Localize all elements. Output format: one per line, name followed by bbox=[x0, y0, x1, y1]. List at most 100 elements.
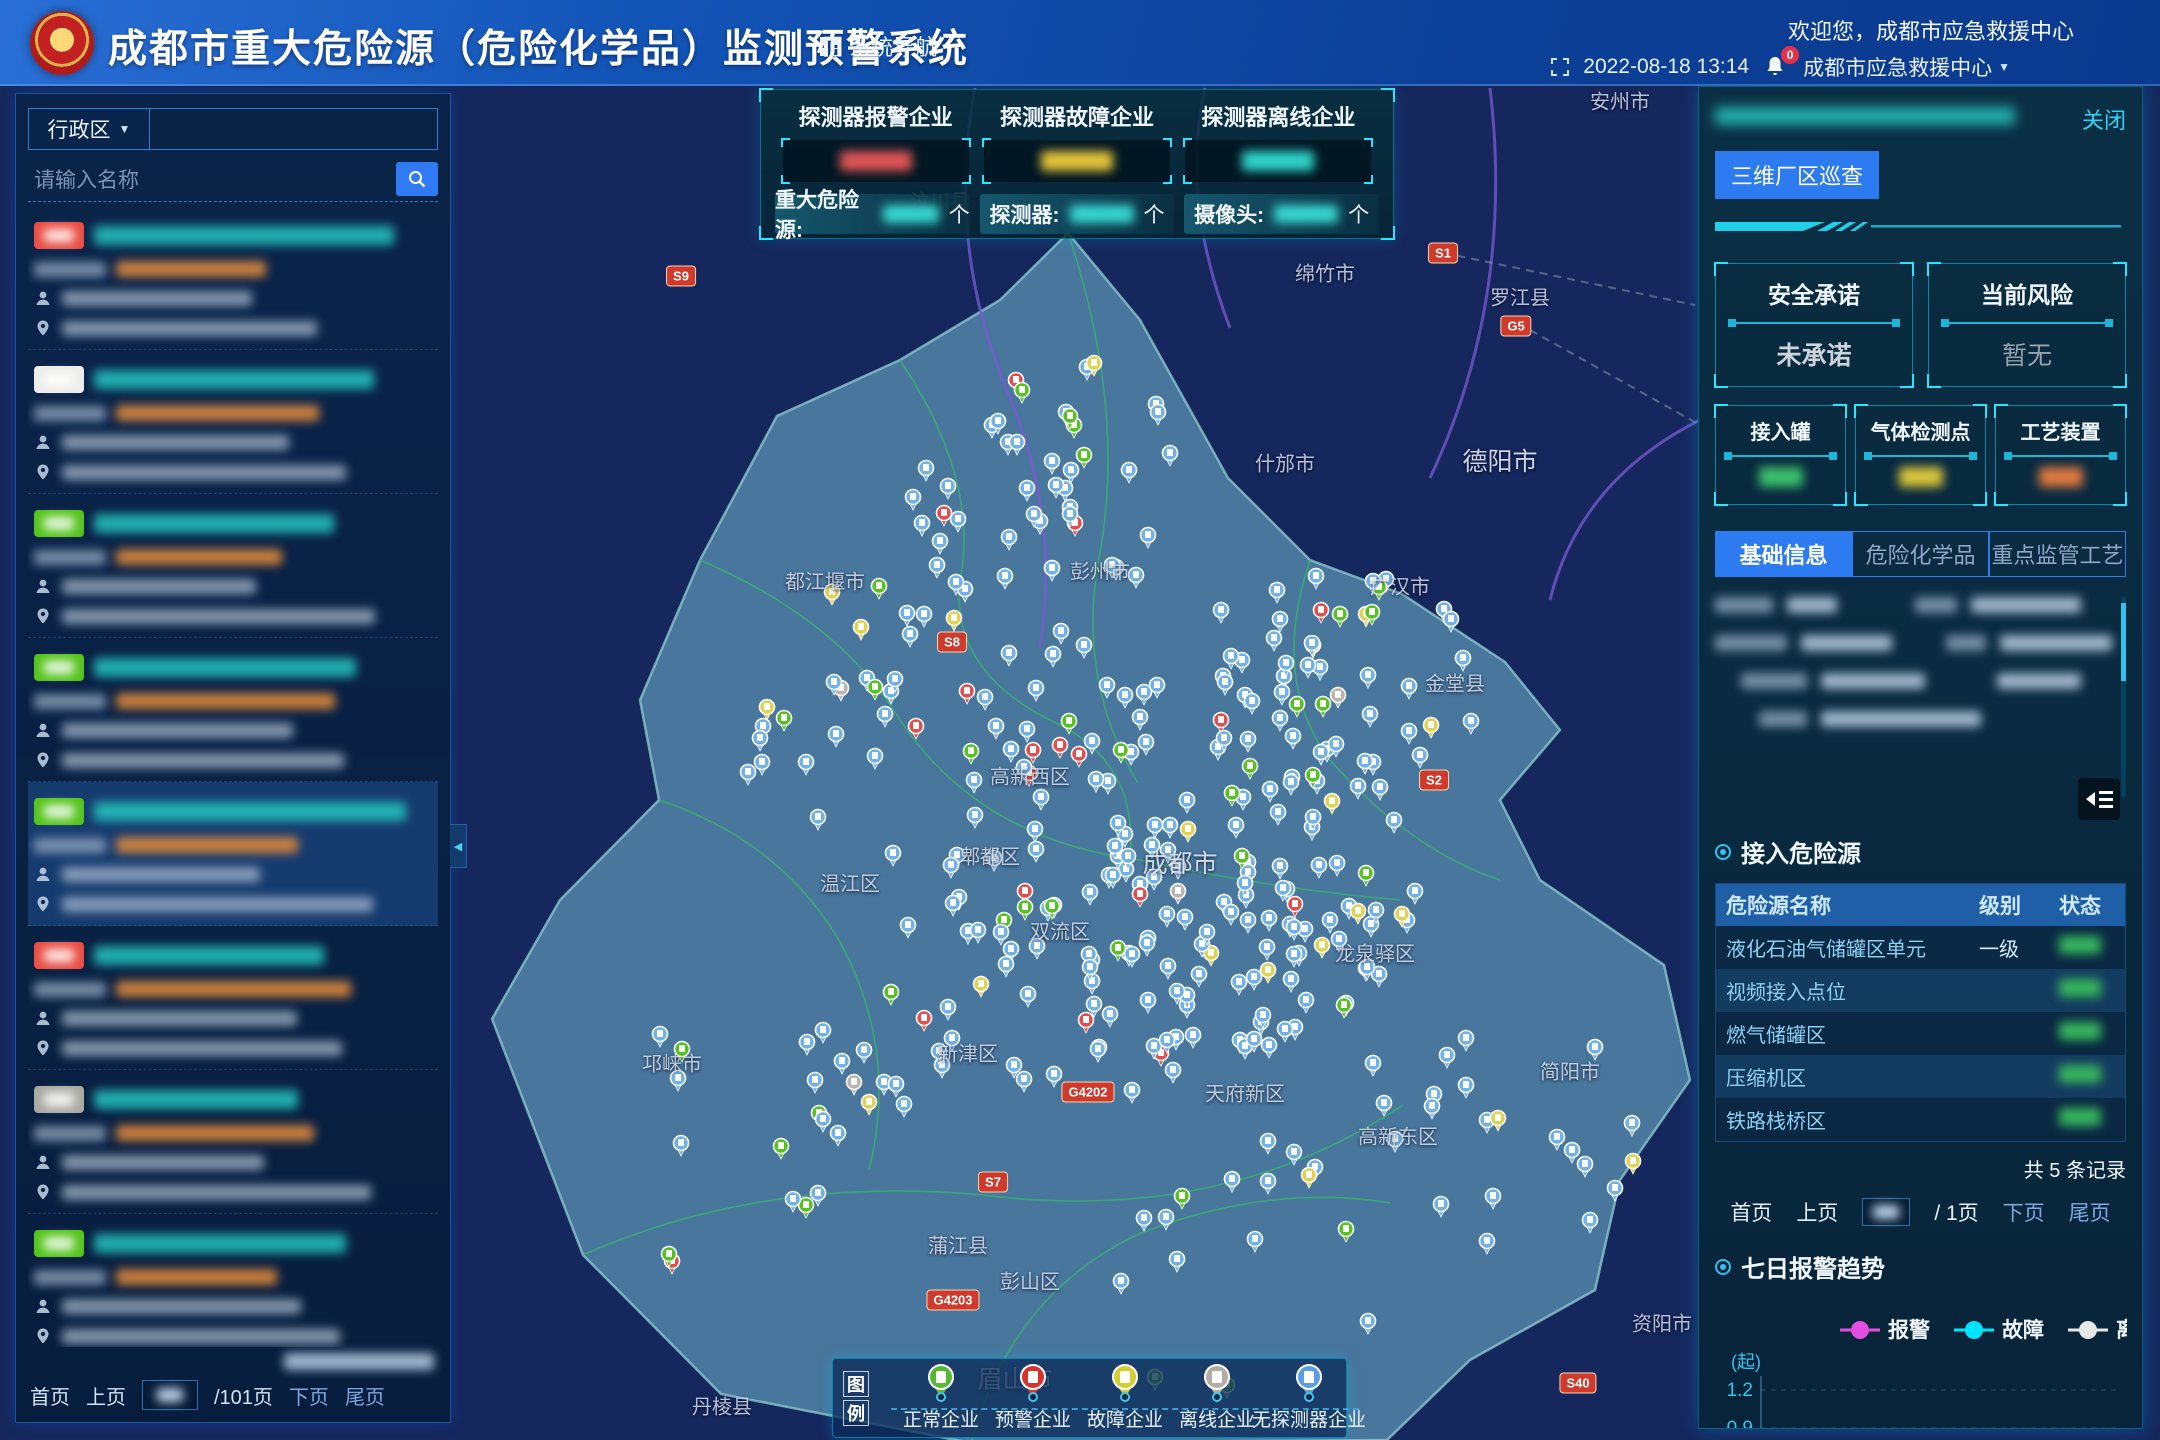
pager-next-button[interactable]: 下页 bbox=[2003, 1197, 2045, 1227]
datetime-text: 2022-08-18 13:14 bbox=[1583, 55, 1749, 79]
page-number-input[interactable] bbox=[142, 1380, 198, 1410]
district-dropdown[interactable]: 行政区 ▼ bbox=[28, 108, 150, 150]
stat-card-label: 探测器报警企业 bbox=[775, 100, 976, 132]
redacted-counter-value bbox=[1070, 205, 1134, 223]
search-icon bbox=[407, 169, 427, 189]
company-status-badge bbox=[34, 654, 84, 681]
sidebar-collapse-button[interactable]: ◀ bbox=[450, 824, 467, 868]
redacted-address-text bbox=[62, 1185, 371, 1200]
search-input[interactable]: 请输入名称 bbox=[28, 164, 396, 194]
org-dropdown[interactable]: 成都市应急救援中心 ▼ bbox=[1803, 52, 2010, 82]
svg-text:故障: 故障 bbox=[2002, 1318, 2044, 1342]
road-number-badge: S40 bbox=[1559, 1373, 1596, 1394]
city-label: 蒲江县 bbox=[928, 1230, 988, 1259]
hazard-record-count: 共 5 条记录 bbox=[1715, 1154, 2126, 1183]
stat-card-value bbox=[1185, 140, 1371, 182]
tab-active[interactable]: 基础信息 bbox=[1715, 531, 1852, 577]
hazard-table-row[interactable]: 压缩机区 bbox=[1716, 1055, 2125, 1098]
expand-panel-icon[interactable] bbox=[2078, 778, 2120, 820]
location-pin-icon bbox=[34, 1039, 52, 1057]
safety-commitment-box: 安全承诺 未承诺 bbox=[1715, 263, 1913, 387]
company-list-item[interactable] bbox=[28, 494, 438, 638]
hazard-table-row[interactable]: 铁路栈桥区 bbox=[1716, 1098, 2125, 1141]
redacted-status-text bbox=[116, 405, 319, 421]
city-label: 新津区 bbox=[938, 1038, 998, 1067]
counter-box: 摄像头:个 bbox=[1184, 194, 1379, 234]
hazard-section-title: 接入危险源 bbox=[1741, 834, 1861, 869]
road-number-badge: S8 bbox=[937, 632, 967, 653]
company-list bbox=[28, 206, 438, 1347]
city-label: 简阳市 bbox=[1540, 1056, 1600, 1085]
redacted-company-name bbox=[94, 1090, 298, 1109]
person-icon bbox=[34, 1153, 52, 1171]
city-label: 绵竹市 bbox=[1295, 258, 1355, 287]
safety-commitment-label: 安全承诺 bbox=[1716, 276, 1912, 310]
person-icon bbox=[34, 577, 52, 595]
company-list-item[interactable] bbox=[28, 638, 438, 782]
legend-node-icon bbox=[1120, 1392, 1130, 1402]
company-list-item[interactable] bbox=[28, 926, 438, 1070]
redacted-address-text bbox=[62, 609, 375, 624]
welcome-text: 欢迎您，成都市应急救援中心 bbox=[1788, 14, 2074, 46]
redacted-address-text bbox=[62, 1041, 342, 1056]
detail-stat-box: 气体检测点 bbox=[1855, 405, 1986, 505]
fullscreen-icon[interactable] bbox=[1551, 58, 1569, 76]
pager-prev-button[interactable]: 上页 bbox=[1796, 1197, 1838, 1227]
current-risk-box: 当前风险 暂无 bbox=[1928, 263, 2126, 387]
location-pin-icon bbox=[34, 1327, 52, 1345]
redacted-contact-text bbox=[62, 1011, 297, 1026]
3d-tour-button[interactable]: 三维厂区巡查 bbox=[1715, 151, 1879, 199]
road-number-badge: S1 bbox=[1428, 243, 1458, 264]
stat-card-label: 探测器离线企业 bbox=[1178, 100, 1379, 132]
app-header: 成都市重大危险源（危险化学品）监测预警系统 系统导航 欢迎您，成都市应急救援中心… bbox=[0, 0, 2160, 86]
notification-bell-icon[interactable]: 0 bbox=[1763, 54, 1789, 80]
pager-prev-button[interactable]: 上页 bbox=[86, 1381, 126, 1410]
tab-inactive[interactable]: 重点监管工艺 bbox=[1989, 531, 2126, 577]
svg-text:报警: 报警 bbox=[1888, 1318, 1930, 1342]
road-number-badge: S9 bbox=[666, 266, 696, 287]
legend-item: 离线企业 bbox=[1171, 1364, 1263, 1432]
city-label: 邛崃市 bbox=[642, 1048, 702, 1077]
company-list-item[interactable] bbox=[28, 1070, 438, 1214]
city-label: 丹棱县 bbox=[692, 1391, 752, 1420]
hazard-section-header: 接入危险源 bbox=[1715, 834, 2126, 869]
redacted-company-name bbox=[94, 226, 394, 245]
company-list-item[interactable] bbox=[28, 206, 438, 350]
district-dropdown-label: 行政区 bbox=[48, 114, 111, 144]
redacted-address-text bbox=[62, 1329, 340, 1344]
legend-item: 正常企业 bbox=[895, 1364, 987, 1432]
district-value-input[interactable] bbox=[150, 108, 438, 150]
stat-card-value bbox=[984, 140, 1170, 182]
person-icon bbox=[34, 289, 52, 307]
redacted-status-text bbox=[116, 1269, 277, 1285]
pager-last-button[interactable]: 尾页 bbox=[2069, 1197, 2111, 1227]
redacted-status-value bbox=[2059, 1022, 2101, 1040]
company-pin-icon bbox=[1112, 1364, 1138, 1390]
pager-first-button[interactable]: 首页 bbox=[1730, 1197, 1772, 1227]
hazard-table-row[interactable]: 视频接入点位 bbox=[1716, 969, 2125, 1012]
pager-next-button[interactable]: 下页 bbox=[289, 1381, 329, 1410]
page-number-input[interactable] bbox=[1862, 1198, 1910, 1226]
hazard-table-row[interactable]: 燃气储罐区 bbox=[1716, 1012, 2125, 1055]
company-list-item[interactable] bbox=[28, 1214, 438, 1347]
tab-inactive[interactable]: 危险化学品 bbox=[1852, 531, 1989, 577]
company-status-badge bbox=[34, 222, 84, 249]
record-count-row bbox=[28, 1347, 438, 1372]
company-list-item[interactable] bbox=[28, 350, 438, 494]
sidebar-pagination: 首页上页/101页下页尾页 bbox=[28, 1372, 438, 1414]
system-nav-button[interactable]: 系统导航 bbox=[820, 30, 937, 62]
city-label: 双流区 bbox=[1030, 916, 1090, 945]
pager-last-button[interactable]: 尾页 bbox=[345, 1381, 385, 1410]
search-button[interactable] bbox=[396, 162, 438, 196]
stat-card-label: 探测器故障企业 bbox=[976, 100, 1177, 132]
redacted-status-text bbox=[116, 693, 335, 709]
close-button[interactable]: 关闭 bbox=[2082, 103, 2126, 135]
company-pin-icon bbox=[1020, 1364, 1046, 1390]
company-status-badge bbox=[34, 366, 84, 393]
company-list-item[interactable] bbox=[28, 782, 438, 926]
pager-first-button[interactable]: 首页 bbox=[30, 1381, 70, 1410]
hazard-table-row[interactable]: 液化石油气储罐区单元一级 bbox=[1716, 926, 2125, 969]
svg-text:离线: 离线 bbox=[2116, 1318, 2127, 1342]
redacted-stat-value bbox=[840, 151, 912, 171]
info-scrollbar[interactable] bbox=[2121, 597, 2126, 797]
